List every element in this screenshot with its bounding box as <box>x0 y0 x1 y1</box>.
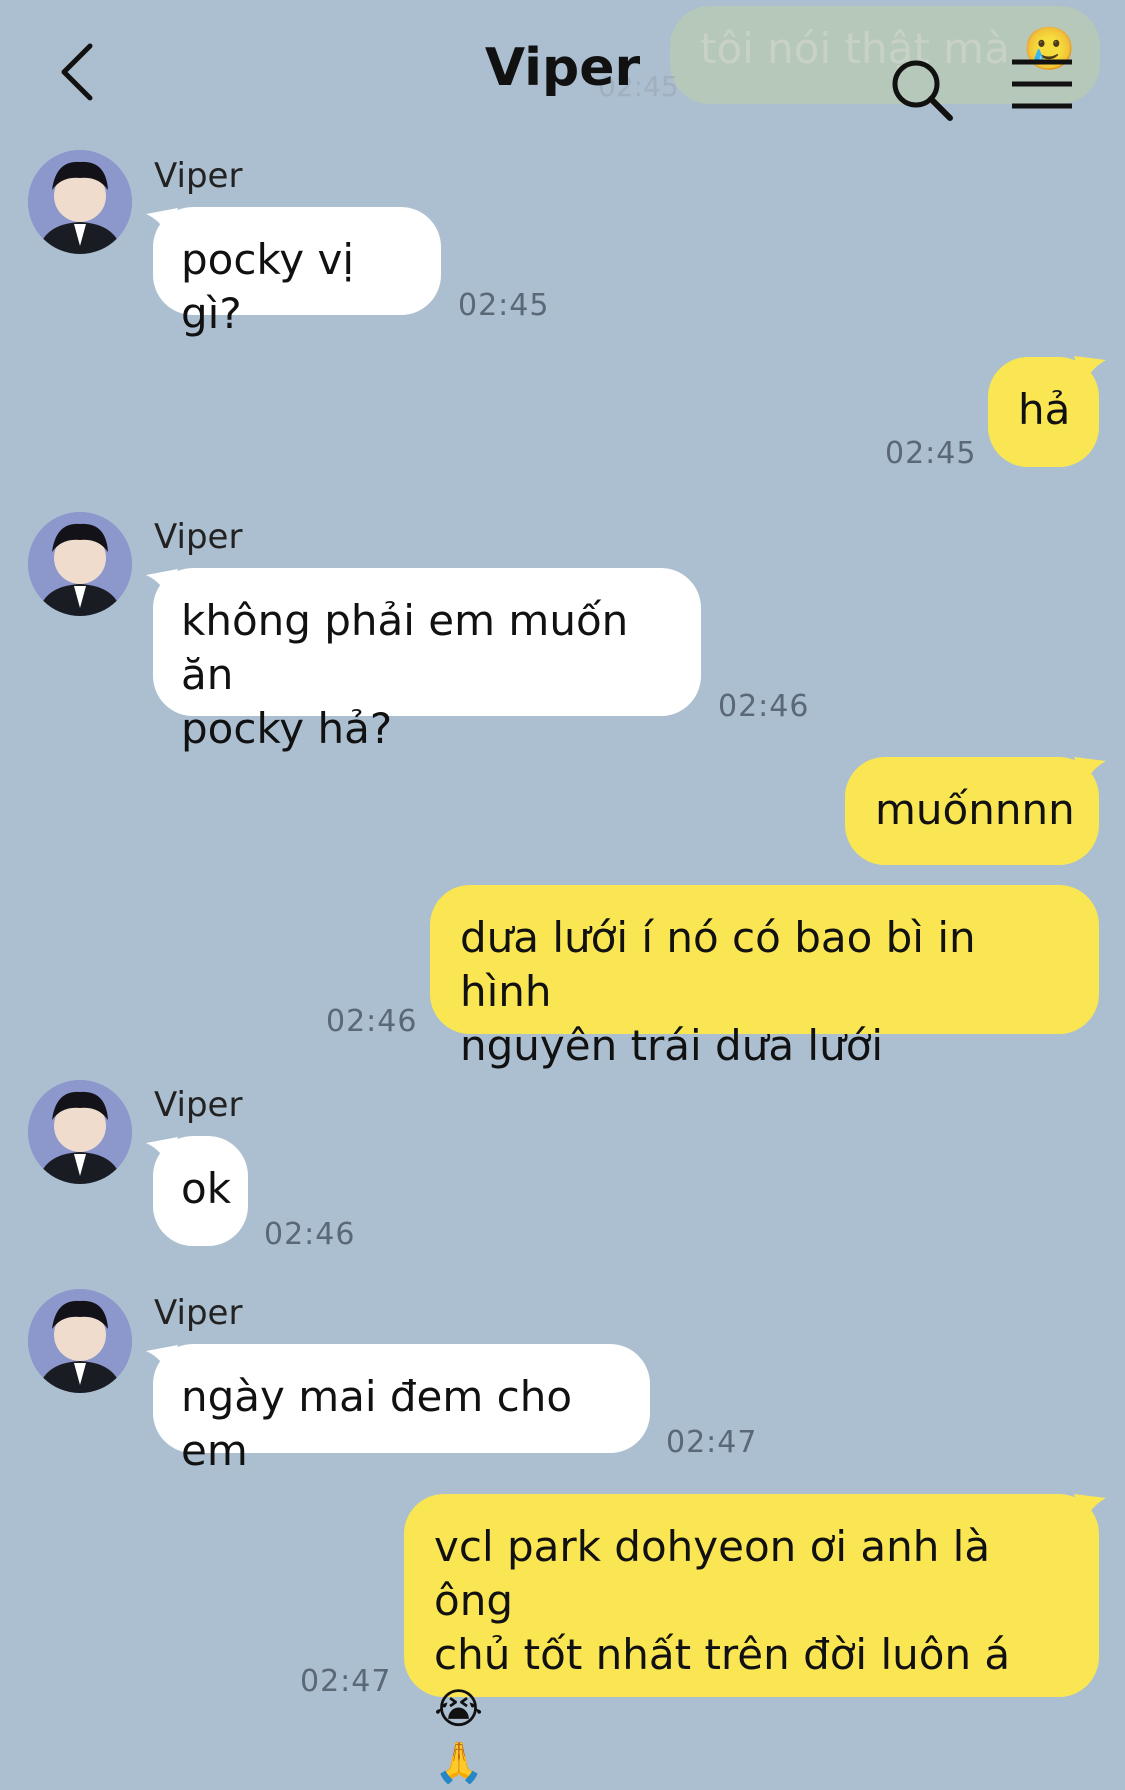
message-text: ngày mai đem cho em <box>181 1372 573 1475</box>
avatar-image <box>28 150 132 254</box>
message-text: muốnnnn <box>875 785 1075 834</box>
message-time: 02:47 <box>666 1425 758 1460</box>
message-text-line: vcl park dohyeon ơi anh là ông <box>434 1522 991 1625</box>
message-bubble-outgoing[interactable]: hả <box>988 357 1099 467</box>
message-text-line: không phải em muốn ăn <box>181 596 629 699</box>
message-text-line: dưa lưới í nó có bao bì in hình <box>460 913 976 1016</box>
sender-name: Viper <box>154 1085 243 1125</box>
chat-header: tôi nói thật mà 🥲 02:45 Viper <box>0 0 1125 140</box>
search-icon[interactable] <box>886 54 958 126</box>
message-bubble-outgoing[interactable]: dưa lưới í nó có bao bì in hình nguyên t… <box>430 885 1099 1070</box>
avatar-image <box>28 1289 132 1393</box>
message-time: 02:46 <box>264 1217 356 1252</box>
avatar[interactable] <box>28 1080 132 1184</box>
avatar[interactable] <box>28 1289 132 1393</box>
message-bubble-incoming[interactable]: ok <box>153 1136 248 1246</box>
sender-name: Viper <box>154 156 243 196</box>
message-time: 02:46 <box>718 689 810 724</box>
message-bubble-outgoing[interactable]: muốnnnn <box>845 757 1099 865</box>
message-bubble-incoming[interactable]: không phải em muốn ăn pocky hả? <box>153 568 701 753</box>
message-bubble-outgoing[interactable]: vcl park dohyeon ơi anh là ông chủ tốt n… <box>404 1494 1099 1786</box>
message-time: 02:45 <box>885 436 977 471</box>
avatar[interactable] <box>28 512 132 616</box>
message-time: 02:46 <box>326 1004 418 1039</box>
hamburger-menu-icon[interactable] <box>1010 58 1074 110</box>
avatar[interactable] <box>28 150 132 254</box>
message-bubble-incoming[interactable]: pocky vị gì? <box>153 207 441 338</box>
message-time: 02:45 <box>458 288 550 323</box>
message-text-line: nguyên trái dưa lưới <box>460 1021 884 1070</box>
message-text: ok <box>181 1164 232 1213</box>
message-text: hả <box>1018 385 1071 434</box>
message-time: 02:47 <box>300 1664 392 1699</box>
message-text-line: pocky hả? <box>181 704 393 753</box>
message-text-line: chủ tốt nhất trên đời luôn á 😭 <box>434 1630 1011 1733</box>
avatar-image <box>28 1080 132 1184</box>
folded-hands-emoji: 🙏 <box>434 1740 484 1786</box>
sender-name: Viper <box>154 517 243 557</box>
avatar-image <box>28 512 132 616</box>
sender-name: Viper <box>154 1293 243 1333</box>
message-text: pocky vị gì? <box>181 235 355 338</box>
message-bubble-incoming[interactable]: ngày mai đem cho em <box>153 1344 650 1475</box>
